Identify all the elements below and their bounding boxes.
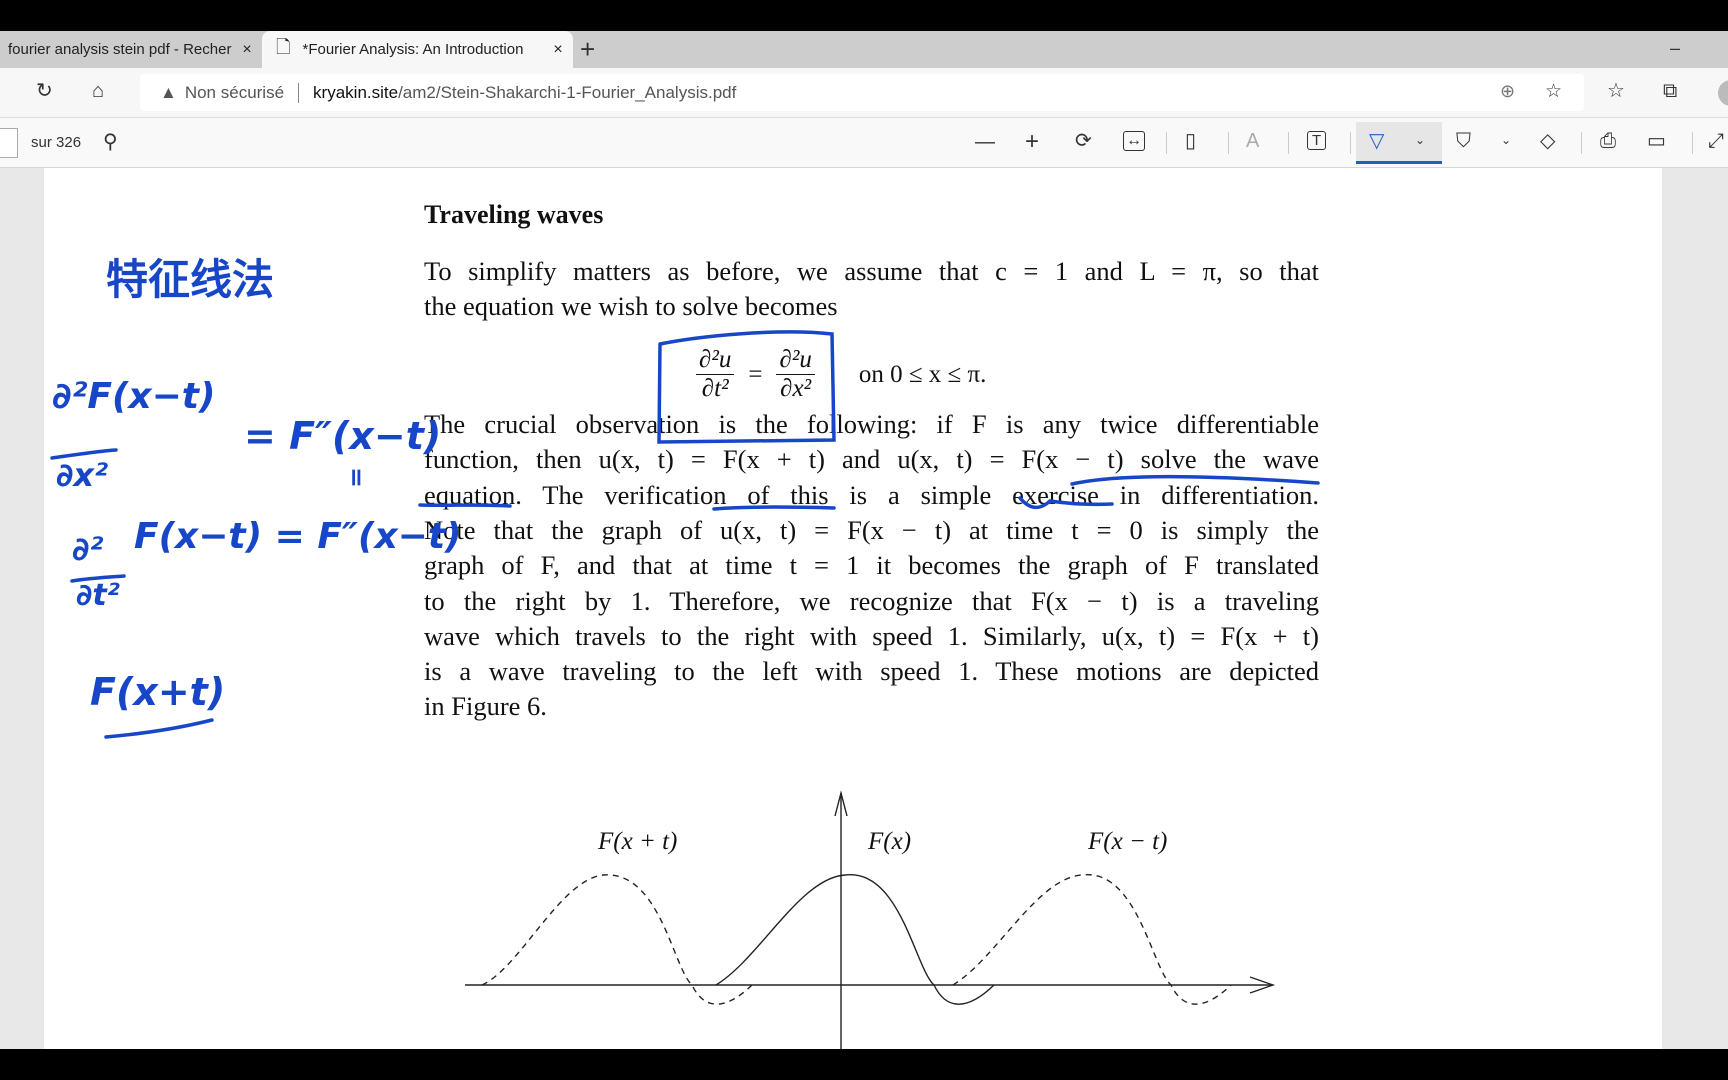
zoom-out-icon[interactable]: —	[975, 132, 995, 152]
tab-label: *Fourier Analysis: An Introduction	[302, 41, 524, 58]
highlight-icon[interactable]: ⛉	[1456, 131, 1471, 151]
minimize-button[interactable]: –	[1670, 31, 1680, 68]
document-icon: 🗋	[276, 36, 291, 57]
ink-eq1-rhs: = F″(x−t)	[244, 414, 442, 458]
avatar[interactable]	[1718, 80, 1728, 106]
close-icon[interactable]: ×	[543, 41, 573, 59]
ink-heading: 特征线法	[106, 255, 275, 304]
page-total: sur 326	[31, 134, 82, 151]
refresh-icon[interactable]: ↻	[36, 81, 53, 101]
pen-icon[interactable]: ▽	[1369, 131, 1384, 151]
pdf-viewer[interactable]: Traveling waves To simplify matters as b…	[0, 168, 1728, 1049]
read-aloud-icon[interactable]: A	[1246, 131, 1259, 151]
ink-arc	[1070, 475, 1320, 486]
chevron-down-icon[interactable]: ⌄	[1501, 134, 1511, 146]
new-tab-button[interactable]: +	[580, 31, 595, 68]
address-bar[interactable]: ▲ Non sécurisé kryakin.site/am2/Stein-Sh…	[140, 74, 1584, 111]
ink-note: F(x+t)	[90, 670, 226, 714]
save-icon[interactable]: ▭	[1647, 131, 1666, 151]
close-icon[interactable]: ×	[232, 41, 262, 59]
page-number-input[interactable]	[0, 128, 18, 158]
divider	[298, 82, 300, 103]
fit-width-icon[interactable]: ↔	[1123, 131, 1145, 151]
url-path: /am2/Stein-Shakarchi-1-Fourier_Analysis.…	[398, 82, 737, 102]
tab-label: fourier analysis stein pdf - Recherche	[8, 41, 232, 58]
add-favorite-icon[interactable]: ☆	[1545, 82, 1562, 101]
rotate-icon[interactable]: ⟳	[1075, 131, 1092, 151]
ink-eq1-num: ∂²F(x−t)	[52, 376, 216, 417]
favorites-icon[interactable]: ☆	[1607, 81, 1625, 101]
address-row: ↻ ⌂ ▲ Non sécurisé kryakin.site/am2/Stei…	[0, 68, 1728, 117]
search-icon[interactable]: ⚲	[103, 132, 118, 152]
eraser-icon[interactable]: ◇	[1540, 131, 1555, 151]
ink-eq2-rhs: F(x−t) = F″(x−t)	[134, 516, 462, 557]
ink-underline	[104, 718, 214, 739]
print-icon[interactable]: ⎙	[1600, 131, 1616, 151]
tab-pdf[interactable]: 🗋 *Fourier Analysis: An Introduction ×	[262, 31, 573, 68]
expand-icon[interactable]: ⤢	[1708, 131, 1724, 151]
pdf-page: Traveling waves To simplify matters as b…	[44, 168, 1662, 1049]
zoom-in-icon[interactable]: +	[1025, 130, 1039, 154]
ink-eq1-den: ∂x²	[56, 456, 109, 494]
ink-eq2-den: ∂t²	[76, 578, 120, 613]
security-label[interactable]: Non sécurisé	[185, 83, 284, 103]
ink-eq2-num: ∂²	[72, 530, 104, 568]
ink-box	[657, 330, 836, 444]
warning-icon: ▲	[160, 82, 177, 102]
screen-bottom-bar	[0, 1049, 1728, 1080]
tab-search[interactable]: fourier analysis stein pdf - Recherche ×	[0, 31, 262, 68]
text-icon[interactable]: T	[1307, 131, 1327, 150]
collections-icon[interactable]: ⧉	[1663, 81, 1677, 101]
home-icon[interactable]: ⌂	[92, 81, 104, 101]
pdf-toolbar: sur 326 ⚲ — + ⟳ ↔ ▯ A T ▽ ⌄ ⛉ ⌄ ◇ ⎙ ▭ ⤢	[0, 117, 1728, 168]
ink-squiggle	[1018, 496, 1114, 510]
tab-bar: fourier analysis stein pdf - Recherche ×…	[0, 31, 1728, 68]
ink-equals-mark: ॥	[348, 463, 363, 491]
page-view-icon[interactable]: ▯	[1185, 131, 1196, 151]
chevron-down-icon[interactable]: ⌄	[1415, 134, 1425, 146]
zoom-icon[interactable]: ⊕	[1500, 82, 1515, 100]
ink-underline	[712, 505, 836, 511]
ink-underline	[418, 503, 512, 508]
url-host: kryakin.site	[313, 82, 399, 102]
